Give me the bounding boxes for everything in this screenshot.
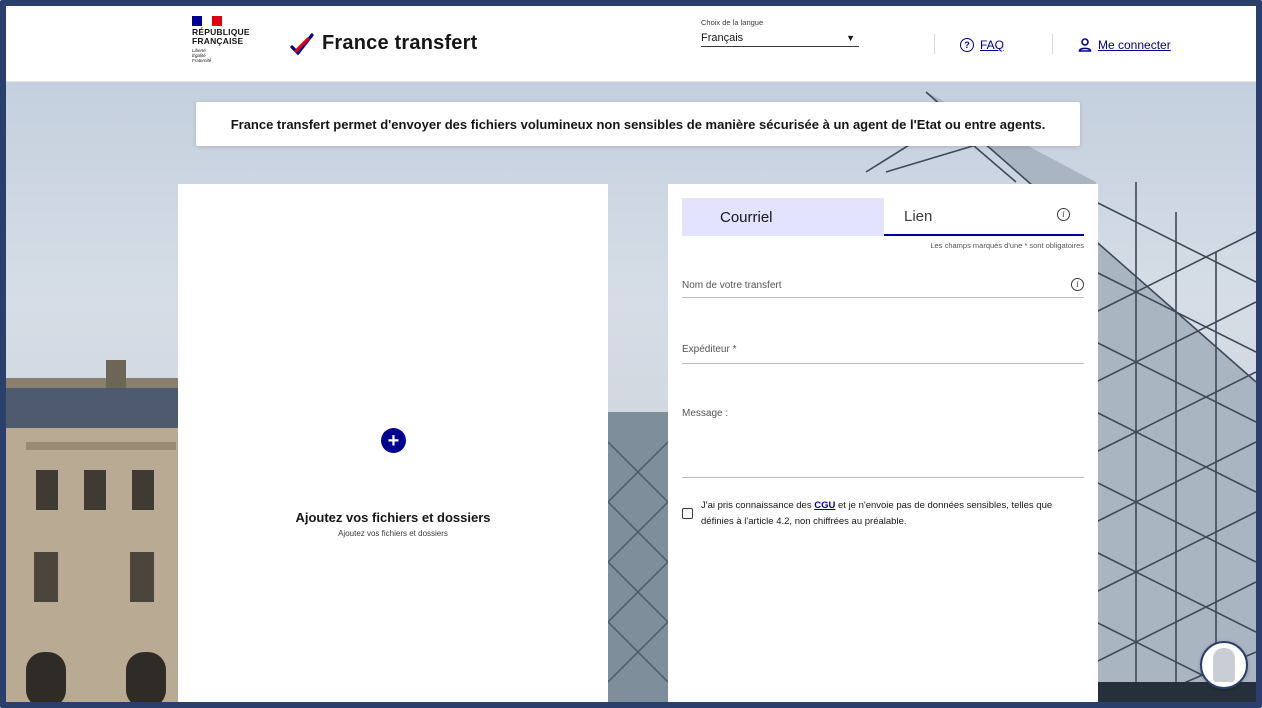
transfer-mode-tabs: Courriel Lien i [682, 198, 1084, 236]
cgu-text-before: J'ai pris connaissance des [701, 500, 815, 511]
cgu-link[interactable]: CGU [814, 500, 835, 511]
info-icon[interactable]: i [1071, 278, 1084, 291]
hero-background: France transfert permet d'envoyer des fi… [6, 82, 1256, 702]
tab-lien-label: Lien [904, 207, 933, 225]
login-label: Me connecter [1098, 38, 1171, 52]
flag-white-band [202, 16, 212, 26]
faq-label: FAQ [980, 38, 1005, 52]
tab-courriel-label: Courriel [720, 208, 773, 226]
header-divider [934, 34, 935, 54]
cgu-checkbox[interactable] [682, 508, 693, 519]
upload-title: Ajoutez vos fichiers et dossiers [295, 510, 491, 525]
info-banner-text: France transfert permet d'envoyer des fi… [230, 116, 1046, 132]
info-banner: France transfert permet d'envoyer des fi… [196, 102, 1080, 146]
cgu-consent: J'ai pris connaissance des CGU et je n'e… [682, 498, 1084, 530]
flag-red-band [212, 16, 222, 26]
france-transfert-logo-icon [290, 32, 314, 55]
user-icon [1078, 38, 1092, 52]
language-selector[interactable]: Choix de la langue Français ▼ [701, 18, 859, 47]
flag-blue-band [192, 16, 202, 26]
plus-circle-icon[interactable]: + [381, 428, 406, 453]
login-link[interactable]: Me connecter [1078, 38, 1171, 52]
faq-link[interactable]: ? FAQ [960, 38, 1004, 52]
sender-placeholder: Expéditeur * [682, 344, 737, 355]
cgu-label: J'ai pris connaissance des CGU et je n'e… [701, 498, 1084, 530]
brand-name: France transfert [322, 32, 478, 54]
header-divider [1052, 34, 1053, 54]
sender-field[interactable]: Expéditeur * [682, 344, 1084, 364]
rf-line2: FRANÇAISE [192, 36, 244, 46]
tab-courriel[interactable]: Courriel [682, 198, 884, 236]
transfer-name-placeholder: Nom de votre transfert [682, 280, 782, 291]
language-label: Choix de la langue [701, 18, 764, 27]
rf-motto: Liberté Égalité Fraternité [192, 48, 262, 63]
caret-down-icon: ▼ [846, 33, 855, 43]
upload-dropzone[interactable]: + Ajoutez vos fichiers et dossiers Ajout… [178, 184, 608, 702]
transfer-name-field[interactable]: Nom de votre transfert i [682, 278, 1084, 298]
assistant-avatar-icon [1213, 648, 1235, 682]
transfer-form: Courriel Lien i Les champs marqués d'une… [668, 184, 1098, 702]
french-flag-icon [192, 16, 222, 26]
question-circle-icon: ? [960, 38, 974, 52]
language-select[interactable]: Français ▼ [701, 30, 859, 47]
tab-lien[interactable]: Lien i [884, 198, 1084, 236]
language-selected-value: Français [701, 32, 744, 44]
app-frame: RÉPUBLIQUE FRANÇAISE Liberté Égalité Fra… [0, 0, 1262, 708]
required-fields-note: Les champs marqués d'une * sont obligato… [930, 241, 1084, 250]
message-field[interactable]: Message : [682, 408, 1084, 478]
motto-fraternite: Fraternité [192, 58, 212, 63]
rf-logo-text: RÉPUBLIQUE FRANÇAISE [192, 28, 262, 46]
brand-home-link[interactable]: France transfert [290, 32, 477, 55]
upload-subtitle: Ajoutez vos fichiers et dossiers [338, 529, 448, 538]
message-placeholder: Message : [682, 408, 729, 419]
info-icon[interactable]: i [1057, 208, 1070, 221]
republique-francaise-logo[interactable]: RÉPUBLIQUE FRANÇAISE Liberté Égalité Fra… [192, 16, 262, 74]
help-assistant-button[interactable] [1200, 641, 1248, 689]
site-header: RÉPUBLIQUE FRANÇAISE Liberté Égalité Fra… [6, 6, 1256, 82]
